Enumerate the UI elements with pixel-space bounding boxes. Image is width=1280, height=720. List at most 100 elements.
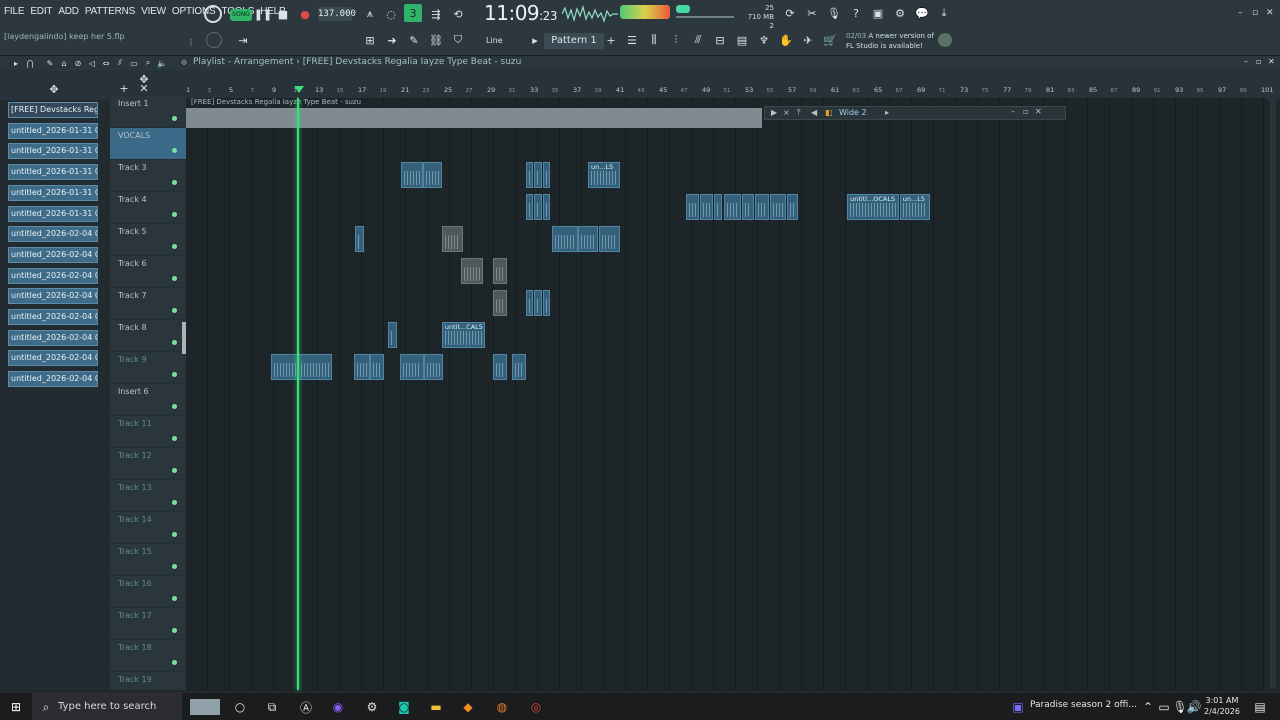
song-position-clock[interactable]: 11:09:23 [484,1,557,25]
audio-clip[interactable] [369,354,384,380]
pause-button[interactable]: ❚❚ [254,7,272,21]
script-output-icon[interactable]: ✈ [800,33,816,47]
audio-clip[interactable] [525,290,534,316]
browser-clip-item[interactable]: untitled_2026-02-04 01-... [8,371,98,388]
touch-controller-icon[interactable]: ✋ [778,33,794,47]
menu-add[interactable]: ADD [58,6,79,17]
audio-clip[interactable] [525,162,534,188]
chrome-icon[interactable]: ◎ [528,699,544,715]
track-header[interactable]: Track 17 [110,608,186,640]
browser-clip-item[interactable]: untitled_2026-01-31 00-... [8,143,98,160]
audio-clip[interactable] [534,194,542,220]
track-mute-indicator[interactable] [172,436,177,441]
prev-icon[interactable]: ◀ [811,108,817,117]
taskbar-search[interactable]: Type here to search [32,693,182,720]
audio-clip[interactable] [754,194,769,220]
track-header[interactable]: Track 15 [110,544,186,576]
audio-clip[interactable] [399,354,424,380]
audio-clip[interactable] [578,226,598,252]
slip-tool-icon[interactable]: ⇔ [100,56,112,70]
track-mute-indicator[interactable] [172,276,177,281]
vertical-scrollbar[interactable] [1270,98,1276,688]
browser-clip-item[interactable]: untitled_2026-02-04 00-... [8,246,98,263]
close-icon[interactable]: ✕ [1266,8,1274,18]
audio-clip[interactable] [685,194,699,220]
audio-clip[interactable] [769,194,786,220]
help-icon[interactable]: ? [848,5,864,21]
track-header[interactable]: Track 7 [110,288,186,320]
delete-tool-icon[interactable]: ⊘ [72,56,84,70]
undo-icon[interactable]: ⟳ [782,5,798,21]
track-mute-indicator[interactable] [172,212,177,217]
metronome-icon[interactable]: ⩚ [362,6,378,22]
update-notice[interactable]: 02/03 A newer version of FL Studio is ava… [846,31,934,51]
audio-clip[interactable] [388,322,397,348]
track-header[interactable]: Track 18 [110,640,186,672]
track-header[interactable]: Insert 6 [110,384,186,416]
record-button[interactable]: ● [298,7,312,21]
add-track-icon[interactable]: + [118,82,130,95]
color-icon[interactable]: ◧ [825,108,833,117]
track-header[interactable]: Track 11 [110,416,186,448]
audio-clip[interactable] [534,162,542,188]
menu-edit[interactable]: EDIT [30,6,52,17]
chat-icon[interactable]: 💬 [914,5,930,21]
menu-view[interactable]: VIEW [141,6,166,17]
track-header[interactable]: Track 4 [110,192,186,224]
audio-clip[interactable] [542,290,551,316]
arrow-right-icon[interactable]: ➜ [384,33,400,47]
browser-clip-item[interactable]: untitled_2026-02-04 00-... [8,267,98,284]
audio-clip[interactable] [422,162,442,188]
arrangement-icon[interactable]: ⟐ [178,56,190,70]
track-header[interactable]: Track 14 [110,512,186,544]
track-mute-indicator[interactable] [172,244,177,249]
browser-icon[interactable]: ⊟ [712,33,728,47]
taskbar-clock[interactable]: 3:01 AM 2/4/2026 [1204,695,1240,717]
piano-roll-view-icon[interactable]: ⫻ [690,33,706,47]
app-store-icon[interactable]: ◙ [396,699,412,715]
add-pattern-icon[interactable]: + [606,34,616,47]
volume-icon[interactable]: 🔊 [1186,699,1202,715]
audio-clip[interactable] [354,226,365,252]
tools-icon[interactable]: ✂ [804,5,820,21]
audio-clip[interactable] [461,258,483,284]
play-icon[interactable]: ▶ [771,108,777,117]
close-track-icon[interactable]: ✕ [138,82,150,95]
stamp-icon[interactable]: ⛉ [450,33,466,47]
track-header[interactable]: Track 12 [110,448,186,480]
arrangement-grid[interactable]: un...L5 untitl...OCALS un...L5 untit...CAL5 [186,98,1266,690]
file-explorer-icon[interactable]: ▬ [428,699,444,715]
network-icon[interactable]: ▭ [1156,699,1172,715]
microphone-icon[interactable]: 🎙 [826,5,842,21]
track-mute-indicator[interactable] [172,532,177,537]
notifications-icon[interactable]: ▤ [1252,699,1268,715]
track-scroll-handle[interactable] [182,322,186,354]
playhead-line[interactable] [297,98,299,690]
track-header[interactable]: Insert 1 [110,96,186,128]
mute-tool-icon[interactable]: ◁ [86,56,98,70]
track-mute-indicator[interactable] [172,500,177,505]
track-header[interactable]: Track 16 [110,576,186,608]
magnet-icon[interactable]: ⋂ [24,56,36,70]
draw-tool-icon[interactable]: ✎ [44,56,56,70]
audio-clip[interactable] [493,354,508,380]
paint-tool-icon[interactable]: ⌂ [58,56,70,70]
master-pitch-slider[interactable] [676,16,734,18]
song-mode-toggle[interactable]: SONG [230,9,252,21]
pattern-selector[interactable]: Pattern 1 [544,33,604,49]
settings-icon[interactable]: ⚙ [364,699,380,715]
playlist-icon[interactable]: ☰ [624,33,640,47]
audio-clip[interactable] [525,194,534,220]
track-mute-indicator[interactable] [172,564,177,569]
track-mute-indicator[interactable] [172,148,177,153]
task-view-icon[interactable]: ⧉ [264,699,280,715]
step-edit-icon[interactable]: ⇶ [428,6,444,22]
timeline-ruler[interactable]: 1 3 5 7 9 11 13 15 17 19 21 23 25 27 29 31 33 35 37 39 41 43 4… [186,86,1273,98]
audio-clip[interactable] [551,226,579,252]
strip-maximize-icon[interactable]: ▫ [1023,107,1028,116]
piano-roll-icon[interactable]: ⊞ [362,33,378,47]
menu-file[interactable]: FILE [4,6,25,17]
pattern-prev-icon[interactable]: ▸ [530,34,540,47]
fl-studio-icon[interactable]: ◆ [460,699,476,715]
master-volume-knob[interactable] [204,5,222,23]
